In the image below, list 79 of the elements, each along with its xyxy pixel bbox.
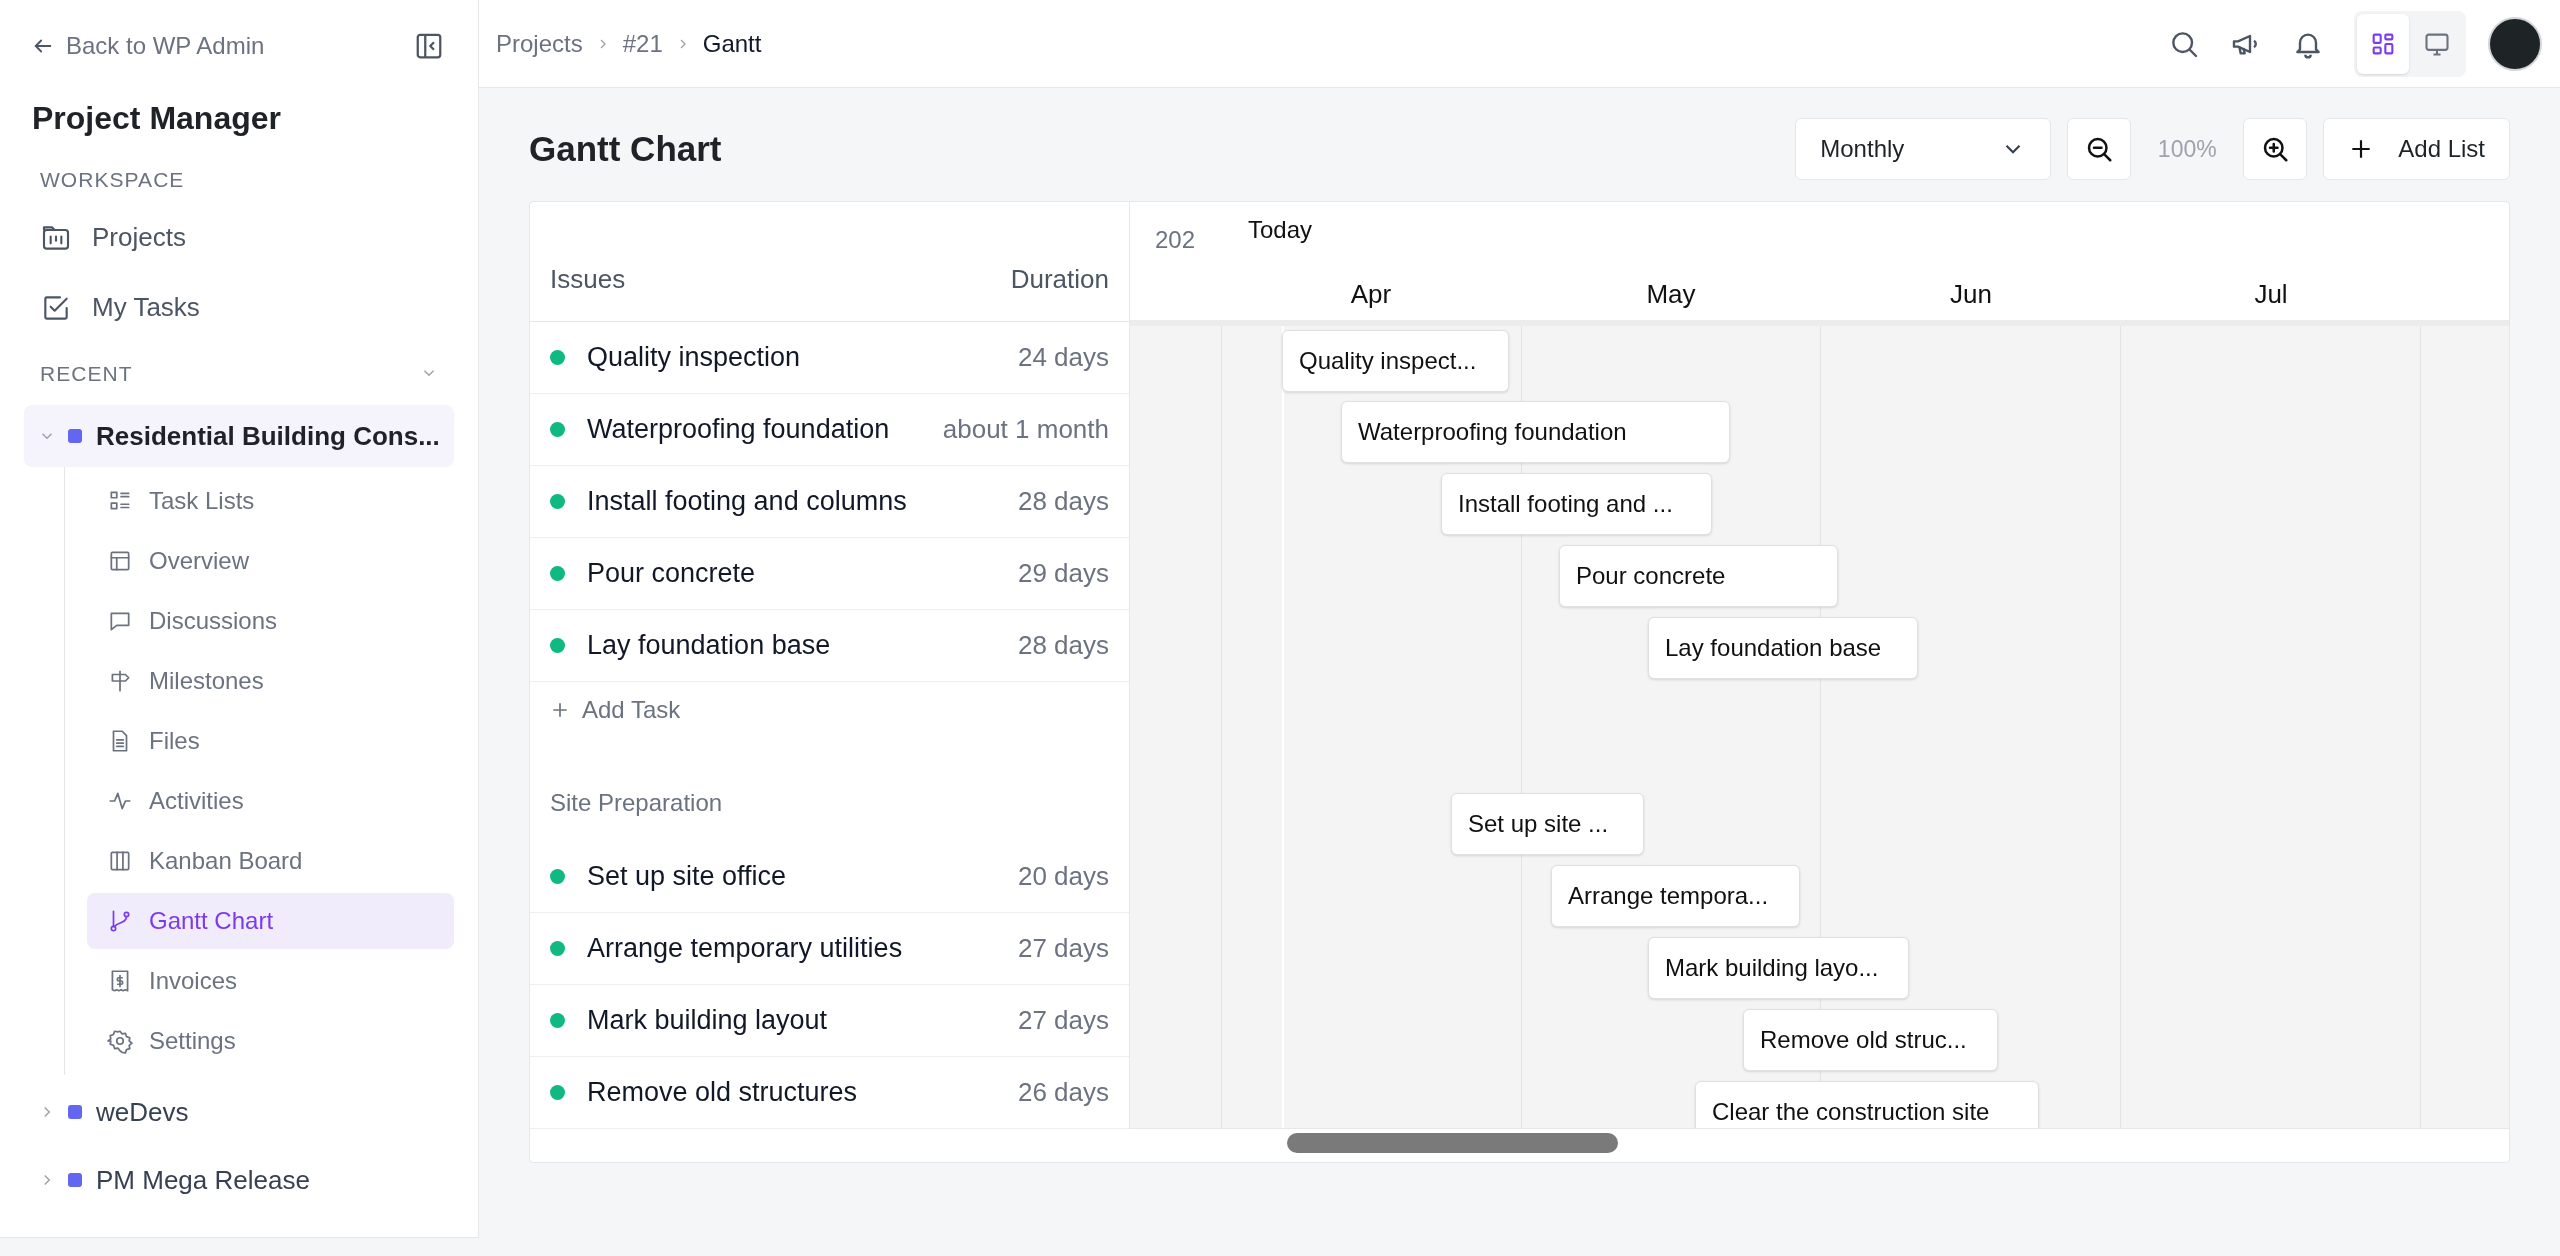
add-task-link[interactable]: Add Task [550, 692, 681, 728]
add-list-button[interactable]: Add List [2323, 118, 2510, 180]
nav-item[interactable]: Discussions [87, 593, 454, 649]
page-title: Gantt Chart [529, 127, 722, 170]
task-duration: 20 days [1017, 860, 1109, 893]
task-duration: 24 days [1017, 341, 1109, 374]
view-select[interactable]: Monthly [1795, 118, 2052, 180]
gantt-bar[interactable]: Install footing and ... [1441, 473, 1712, 535]
section-label: WORKSPACE [39, 167, 186, 193]
breadcrumb-link[interactable]: #21 [622, 25, 663, 62]
zoom-level: 100% [2156, 134, 2218, 164]
task-name: Quality inspection [587, 341, 801, 375]
plus-icon [550, 700, 570, 720]
nav-item[interactable]: Overview [87, 533, 454, 589]
nav-item[interactable]: Task Lists [87, 473, 454, 529]
gantt-bar[interactable]: Pour concrete [1559, 545, 1838, 607]
column-header: Issues [550, 263, 626, 296]
nav-item[interactable]: Kanban Board [87, 833, 454, 889]
task-name: Install footing and columns [587, 485, 907, 519]
group-title: Site Preparation [550, 787, 723, 818]
zoom-in-button[interactable] [2243, 118, 2308, 180]
avatar[interactable] [2488, 16, 2542, 71]
column-header: Duration [1010, 263, 1109, 296]
today-label: Today [1248, 215, 1313, 245]
gantt-bar[interactable]: Remove old struc... [1743, 1009, 1998, 1071]
task-name: Waterproofing foundation [587, 413, 890, 447]
breadcrumb-link[interactable]: Gantt [702, 25, 762, 62]
gantt-bar[interactable]: Waterproofing foundation [1341, 401, 1730, 463]
gantt-bar[interactable]: Mark building layo... [1648, 937, 1909, 999]
app-title: Project Manager [31, 99, 282, 138]
task-name: Arrange temporary utilities [587, 932, 903, 966]
nav-item[interactable]: My Tasks [24, 279, 454, 336]
project-color-square [68, 1105, 82, 1119]
year-label: 202 [1155, 225, 1195, 255]
task-duration: 29 days [1017, 557, 1109, 590]
collapse-sidebar-icon[interactable] [414, 31, 444, 61]
back-link[interactable]: Back to WP Admin [32, 28, 265, 64]
task-name: Lay foundation base [587, 629, 831, 663]
month-label: May [1645, 278, 1697, 311]
back-link-label: Back to WP Admin [66, 31, 265, 61]
task-duration: 27 days [1017, 932, 1109, 965]
task-duration: 27 days [1017, 1004, 1109, 1037]
project-item[interactable]: PM Mega Release [24, 1149, 454, 1211]
gantt-bar[interactable]: Quality inspect... [1282, 330, 1509, 392]
gear-icon [107, 1028, 133, 1054]
nav-item[interactable]: Settings [87, 1013, 454, 1069]
task-duration: 28 days [1017, 485, 1109, 518]
project-color-square [68, 429, 82, 443]
month-label: Jun [1949, 278, 1993, 311]
view-toggle-button[interactable] [2357, 13, 2409, 74]
month-label: Jul [2253, 278, 2289, 311]
task-name: Remove old structures [587, 1076, 858, 1110]
task-name: Mark building layout [587, 1004, 828, 1038]
gantt-bar[interactable]: Set up site ... [1451, 793, 1644, 855]
columns-icon [107, 848, 133, 874]
gantt-bar[interactable]: Lay foundation base [1648, 617, 1918, 679]
nav-item[interactable]: Projects [24, 209, 454, 266]
nav-item[interactable]: Milestones [87, 653, 454, 709]
project-color-square [68, 1173, 82, 1187]
nav-item[interactable]: Gantt Chart [87, 893, 454, 949]
nav-item[interactable]: Invoices [87, 953, 454, 1009]
task-duration: 26 days [1017, 1076, 1109, 1109]
nav-item[interactable]: Files [87, 713, 454, 769]
task-name: Pour concrete [587, 557, 756, 591]
nav-item[interactable]: Activities [87, 773, 454, 829]
project-item[interactable]: Residential Building Cons... [24, 405, 454, 467]
gantt-bar[interactable]: Arrange tempora... [1551, 865, 1800, 927]
branch-icon [107, 908, 133, 934]
task-duration: 28 days [1017, 629, 1109, 662]
section-label: RECENT [40, 360, 133, 387]
task-name: Set up site office [587, 860, 787, 894]
month-label: Apr [1349, 278, 1393, 311]
project-item[interactable]: weDevs [24, 1081, 454, 1143]
layout-icon [107, 548, 133, 574]
gantt-bar[interactable]: Clear the construction site [1695, 1081, 2039, 1128]
zoom-out-button[interactable] [2067, 118, 2132, 180]
breadcrumb-link[interactable]: Projects [496, 25, 583, 62]
scrollbar-thumb[interactable] [1287, 1133, 1618, 1153]
task-duration: about 1 month [942, 413, 1109, 446]
